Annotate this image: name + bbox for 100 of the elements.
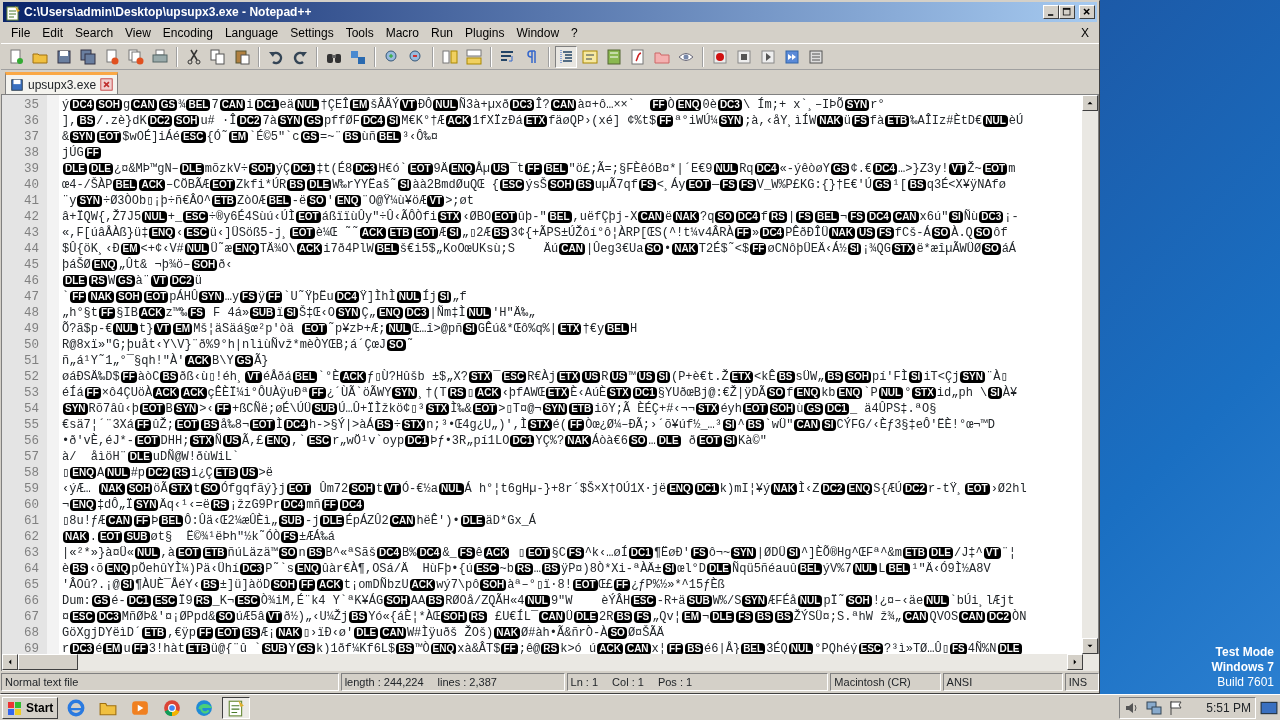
status-text: length : 244,224 <box>344 674 424 690</box>
vertical-scrollbar[interactable] <box>1082 95 1098 654</box>
code-text: Ò¾iM,É¨k4 Y`ªK¥ÁG <box>260 593 384 609</box>
cut-icon[interactable] <box>186 48 202 65</box>
sync-vertical-icon[interactable] <box>442 48 458 65</box>
media-player-icon[interactable] <box>131 698 150 717</box>
control-character: ETB <box>212 195 236 207</box>
control-character: DLE <box>127 451 152 463</box>
control-character: NAK <box>276 627 302 639</box>
control-character: BS <box>825 371 844 383</box>
menu-item[interactable]: Plugins <box>459 24 511 42</box>
close-icon[interactable] <box>1081 6 1093 18</box>
code-text: >▯T¤@¬ <box>498 401 542 417</box>
indent-guide-icon[interactable] <box>558 48 574 65</box>
new-file-icon[interactable] <box>8 48 24 65</box>
zoom-in-icon[interactable] <box>384 48 400 65</box>
control-character: DC1 <box>254 99 279 111</box>
language-icon[interactable] <box>582 48 598 65</box>
control-character: DC3 <box>404 307 429 319</box>
control-character: ACK <box>185 355 212 367</box>
network-icon[interactable] <box>1146 699 1163 716</box>
control-character: BS <box>201 419 220 431</box>
control-character: SYN <box>742 595 767 607</box>
control-character: BS <box>342 131 361 143</box>
function-list-icon[interactable] <box>630 48 646 65</box>
code-text: <kÊ <box>754 369 776 385</box>
word-wrap-icon[interactable] <box>500 48 516 65</box>
code-text: Rõ7âû‹þ <box>88 401 139 417</box>
code-text: Ì‰& <box>450 401 472 417</box>
menu-item[interactable]: ? <box>565 24 584 42</box>
code-text: „▯2Æ <box>461 225 491 241</box>
code-text: ô¬~ <box>708 545 731 561</box>
menu-item[interactable]: Edit <box>36 24 70 42</box>
code-text: -ë <box>291 193 307 209</box>
scrollbar-thumb[interactable] <box>18 654 78 670</box>
menu-item[interactable]: Encoding <box>156 24 219 42</box>
save-icon[interactable] <box>56 48 72 65</box>
sync-horizontal-icon[interactable] <box>466 48 482 65</box>
code-text: äD*Gx_Á <box>485 513 536 529</box>
line-number: 59 <box>23 481 39 497</box>
paste-icon[interactable] <box>234 48 250 65</box>
record-icon[interactable] <box>712 48 728 65</box>
menu-item[interactable]: Run <box>425 24 460 42</box>
code-text: » <box>751 225 760 241</box>
menu-item[interactable]: Window <box>510 24 566 42</box>
control-character: FF <box>133 515 151 527</box>
fast-forward-icon[interactable] <box>784 48 800 65</box>
menu-item[interactable]: File <box>5 24 37 42</box>
code-text: $Û{öK¸‹Đ <box>62 241 120 257</box>
close-document-button[interactable]: X <box>1075 24 1095 42</box>
code-text: ê <box>475 545 483 561</box>
save-macro-icon[interactable] <box>808 48 824 65</box>
control-character: SO <box>216 611 235 623</box>
play-icon[interactable] <box>760 48 776 65</box>
copy-icon[interactable] <box>210 48 226 65</box>
menu-item[interactable]: Macro <box>379 24 425 42</box>
eol-format: Macintosh (CR) <box>834 674 911 690</box>
control-character: RS <box>210 499 229 511</box>
edge-icon[interactable] <box>195 698 214 717</box>
control-character: EOT <box>140 403 165 415</box>
code-text: ñúLäzä™ <box>227 545 278 561</box>
close-file-icon[interactable] <box>104 48 120 65</box>
notepad-icon[interactable] <box>227 698 246 717</box>
file-tab[interactable]: upsupx3.exe <box>5 72 119 94</box>
menu-item[interactable]: Search <box>69 24 120 42</box>
menu-item[interactable]: Language <box>218 24 285 42</box>
flag-icon[interactable] <box>1168 699 1185 716</box>
save-all-icon[interactable] <box>80 48 96 65</box>
horizontal-scrollbar[interactable] <box>1 654 1099 671</box>
control-character: CAN <box>131 99 157 111</box>
internet-explorer-icon[interactable] <box>67 698 86 717</box>
code-text: Î? <box>535 97 550 113</box>
control-character: ACK <box>317 579 343 591</box>
code-text: 2R <box>599 609 614 625</box>
start-button[interactable]: Start <box>2 696 59 719</box>
replace-icon[interactable] <box>350 48 366 65</box>
stop-icon[interactable] <box>736 48 752 65</box>
control-character: SO <box>766 387 786 399</box>
menu-item[interactable]: Settings <box>284 24 340 42</box>
zoom-out-icon[interactable] <box>408 48 424 65</box>
tab-label[interactable]: upsupx3.exe <box>28 75 97 94</box>
control-character: BEL <box>374 243 399 255</box>
control-character: SOH <box>480 579 507 591</box>
close-all-icon[interactable] <box>128 48 144 65</box>
menu-item[interactable]: View <box>119 24 157 42</box>
code-text: ‰AÎIz#ÈtD€ <box>910 113 983 129</box>
control-character: BEL <box>113 179 138 191</box>
code-text: ¶ÀUÈ¯ÅéY‹ <box>135 577 200 593</box>
maximize-icon[interactable] <box>1061 6 1073 18</box>
control-character: ACK <box>409 579 436 591</box>
code-text: é( <box>552 417 567 433</box>
document-map-icon[interactable] <box>606 48 622 65</box>
print-icon[interactable] <box>152 48 168 65</box>
chrome-icon[interactable] <box>163 698 182 717</box>
control-character: SO <box>278 547 298 559</box>
code-text: ▯ <box>62 465 70 481</box>
control-character: DC1 <box>405 435 430 447</box>
code-text: ýÇ <box>275 161 291 177</box>
code-text: . <box>89 529 97 545</box>
menu-item[interactable]: Tools <box>339 24 380 42</box>
